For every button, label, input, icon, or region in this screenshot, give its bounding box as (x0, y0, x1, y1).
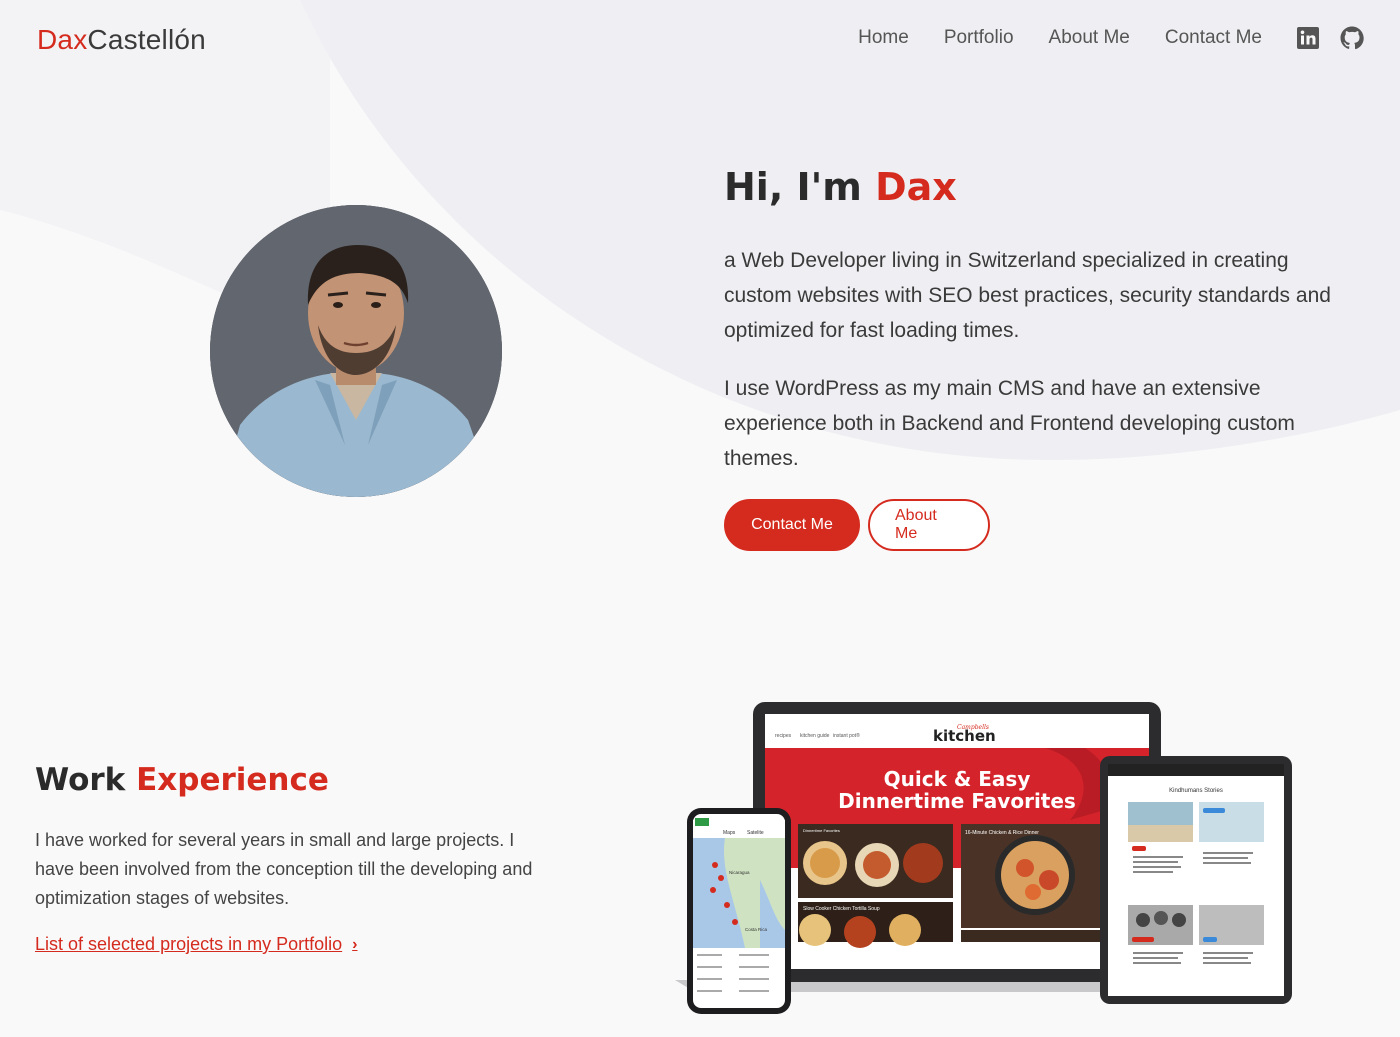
work-title-accent: Experience (136, 762, 329, 798)
laptop-brand-script: Campbells (957, 724, 989, 731)
nav-home[interactable]: Home (858, 27, 909, 49)
card-3-label: Slow Cooker Chicken Tortilla Soup (803, 906, 880, 912)
logo-first-name: Dax (37, 24, 88, 55)
social-links (1296, 26, 1364, 50)
logo-last-name: Castellón (87, 24, 206, 55)
phone-tab-maps: Maps (723, 830, 736, 836)
site-header: DaxCastellón Home Portfolio About Me Con… (0, 0, 1400, 80)
phone-map-label-1: Nicaragua (729, 870, 750, 875)
laptop-nav-1: recipes (775, 733, 792, 739)
portfolio-link[interactable]: List of selected projects in my Portfoli… (35, 934, 357, 955)
main-nav: Home Portfolio About Me Contact Me (858, 26, 1364, 50)
hero-intro-paragraph: a Web Developer living in Switzerland sp… (724, 249, 1331, 342)
hero-buttons: Contact Me About Me (724, 499, 1354, 551)
work-paragraph: I have worked for several years in small… (35, 830, 533, 908)
nav-about-me[interactable]: About Me (1049, 27, 1130, 49)
site-logo[interactable]: DaxCastellón (37, 24, 206, 56)
linkedin-icon[interactable] (1296, 26, 1320, 50)
hero-title: Hi, I'm Dax (724, 165, 1354, 209)
github-icon[interactable] (1340, 26, 1364, 50)
card-2-label: 16-Minute Chicken & Rice Dinner (965, 830, 1039, 836)
chevron-right-icon: › (352, 935, 358, 953)
phone-tab-satelite: Satelite (747, 830, 764, 836)
portfolio-link-text: List of selected projects in my Portfoli… (35, 934, 343, 954)
hero-section: Hi, I'm Dax a Web Developer living in Sw… (724, 165, 1354, 551)
hero-title-prefix: Hi, I'm (724, 165, 876, 209)
work-title: Work Experience (35, 762, 555, 798)
profile-photo (210, 205, 502, 497)
contact-me-button[interactable]: Contact Me (724, 499, 860, 551)
nav-portfolio[interactable]: Portfolio (944, 27, 1014, 49)
hero-title-name: Dax (875, 165, 957, 209)
phone-map-label-2: Costa Rica (745, 927, 768, 932)
laptop-headline-2: Dinnertime Favorites (838, 789, 1076, 813)
work-experience-section: Work Experience I have worked for severa… (35, 762, 555, 955)
tablet-title: Kindhumans Stories (1169, 788, 1223, 794)
laptop-nav-2: kitchen guide (800, 733, 830, 739)
laptop-nav-3: instant pot® (833, 732, 860, 739)
work-title-prefix: Work (35, 762, 137, 798)
nav-contact-me[interactable]: Contact Me (1165, 27, 1262, 49)
hero-cms-paragraph: I use WordPress as my main CMS and have … (724, 377, 1295, 470)
about-me-button[interactable]: About Me (868, 499, 990, 551)
device-mockups: recipes kitchen guide instant pot® kitch… (665, 700, 1295, 1020)
card-1-label: Dinnertime Favorites (803, 828, 840, 833)
laptop-headline-1: Quick & Easy (884, 767, 1031, 791)
